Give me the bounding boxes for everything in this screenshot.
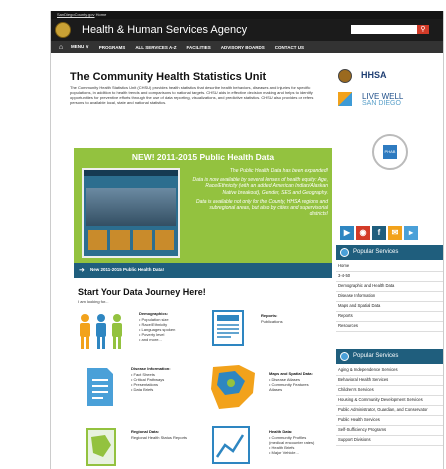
facebook-icon[interactable]: f [372, 226, 386, 240]
main-content: The Community Health Statistics Unit The… [70, 71, 332, 105]
map-icon[interactable] [209, 363, 259, 411]
chart-icon[interactable] [211, 425, 251, 465]
document-icon[interactable] [85, 366, 115, 408]
social-links: ▶ ◉ f ✉ ▸ [340, 226, 418, 240]
banner-screenshot [82, 168, 180, 258]
tile-demographics[interactable]: Demographics: Population size Race/Ethni… [139, 311, 194, 342]
banner-description: The Public Health Data has been expanded… [192, 168, 328, 218]
list-item[interactable]: Reports [336, 312, 443, 322]
top-bar: SanDiegoCounty.gov Home [51, 11, 443, 19]
search-icon[interactable]: ⚲ [417, 25, 429, 34]
county-seal-logo-icon[interactable] [338, 69, 352, 83]
site-title[interactable]: Health & Human Services Agency [82, 24, 247, 36]
banner-title: NEW! 2011-2015 Public Health Data [131, 152, 275, 162]
journey-heading: Start Your Data Journey Here! [78, 287, 206, 297]
nav-facilities[interactable]: FACILITIES [187, 45, 211, 50]
region-map-icon[interactable] [85, 427, 117, 467]
list-item[interactable]: Public Health Services [336, 416, 443, 426]
county-seal-icon[interactable] [55, 22, 71, 38]
list-item[interactable]: Children's Services [336, 386, 443, 396]
phab-badge[interactable]: PHAB [372, 134, 408, 170]
page-frame: SanDiegoCounty.gov Home Health & Human S… [50, 11, 444, 469]
page-title: The Community Health Statistics Unit [70, 71, 267, 83]
main-nav: ⌂ MENU ∨ PROGRAMS ALL SERVICES A-Z FACIL… [51, 41, 443, 53]
list-item[interactable]: Self-Sufficiency Programs [336, 426, 443, 436]
youtube-icon[interactable]: ▶ [340, 226, 354, 240]
list-item[interactable]: Housing & Community Development Services [336, 396, 443, 406]
tile-regional-data[interactable]: Regional Data: Regional Health Status Re… [131, 429, 191, 440]
looking-for-text: I am looking for... [78, 299, 109, 304]
tile-health-data[interactable]: Health Data: Community Profiles (medical… [269, 429, 321, 455]
popular-services-list-2: Aging & Independence Services Behavioral… [336, 366, 443, 446]
popular-services-header-2: Popular Services [336, 349, 443, 364]
list-item[interactable]: 3-4-50 [336, 272, 443, 282]
nav-all-services[interactable]: ALL SERVICES A-Z [135, 45, 176, 50]
list-item[interactable]: Maps and Spatial Data [336, 302, 443, 312]
twitter-icon[interactable]: ▸ [404, 226, 418, 240]
tile-maps-spatial-data[interactable]: Maps and Spatial Data: Disease Atlases C… [269, 371, 319, 392]
list-item[interactable]: Public Administrator, Guardian, and Cons… [336, 406, 443, 416]
list-item[interactable]: Demographic and Health Data [336, 282, 443, 292]
feature-banner[interactable]: NEW! 2011-2015 Public Health Data The Pu… [74, 148, 332, 278]
tile-disease-information[interactable]: Disease Information: Fact Sheets Critica… [131, 366, 191, 392]
nav-menu[interactable]: MENU ∨ [71, 44, 89, 50]
nav-programs[interactable]: PROGRAMS [99, 45, 126, 50]
list-item[interactable]: Aging & Independence Services [336, 366, 443, 376]
nav-advisory-boards[interactable]: ADVISORY BOARDS [221, 45, 265, 50]
home-icon[interactable]: ⌂ [51, 44, 71, 51]
chevron-circle-icon [340, 352, 349, 361]
people-icon[interactable] [77, 313, 125, 351]
list-item[interactable]: Home [336, 262, 443, 272]
nav-contact-us[interactable]: CONTACT US [275, 45, 304, 50]
arrow-right-icon: ➜ [79, 267, 85, 274]
chevron-circle-icon [340, 248, 349, 257]
list-item[interactable]: Behavioral Health Services [336, 376, 443, 386]
site-header: Health & Human Services Agency ⚲ [51, 19, 443, 41]
banner-footer-link[interactable]: ➜ New 2011-2015 Public Health Data! [74, 263, 332, 278]
list-item[interactable]: Disease Information [336, 292, 443, 302]
email-icon[interactable]: ✉ [388, 226, 402, 240]
hhsa-logo[interactable]: HHSA [361, 70, 387, 80]
popular-services-list-1: Home 3-4-50 Demographic and Health Data … [336, 262, 443, 332]
tile-reports[interactable]: Reports: Publications [261, 313, 311, 324]
live-well-logo-text[interactable]: LIVE WELL SAN DIEGO [362, 93, 403, 108]
breadcrumb-current: Home [95, 12, 107, 17]
list-item[interactable]: Resources [336, 322, 443, 332]
rss-icon[interactable]: ◉ [356, 226, 370, 240]
breadcrumb-link[interactable]: SanDiegoCounty.gov [57, 12, 95, 17]
intro-text: The Community Health Statistics Unit (CH… [70, 85, 314, 105]
popular-services-header-1: Popular Services [336, 245, 443, 260]
newspaper-icon[interactable] [211, 309, 245, 347]
live-well-logo-icon[interactable] [338, 92, 352, 106]
breadcrumb: SanDiegoCounty.gov Home [57, 12, 106, 17]
list-item[interactable]: Support Divisions [336, 436, 443, 446]
